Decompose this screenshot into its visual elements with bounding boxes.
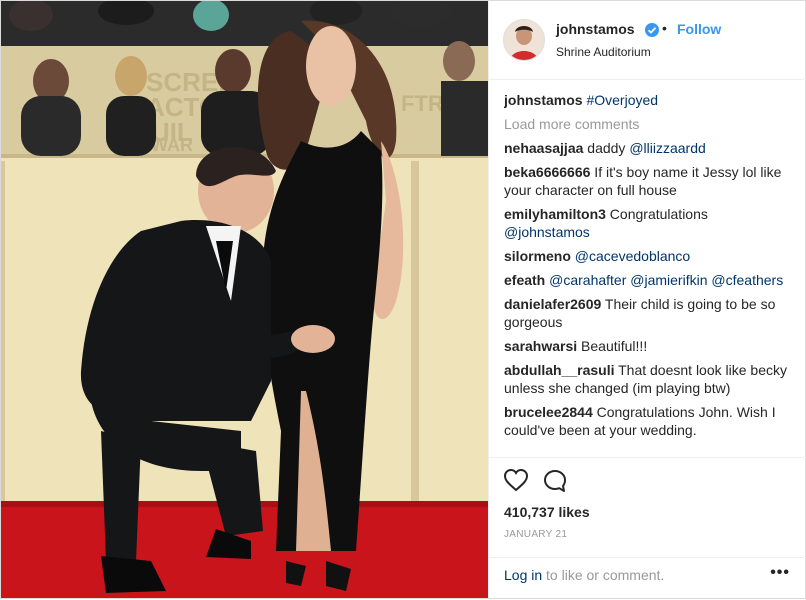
comment-text: Congratulations xyxy=(605,206,708,222)
comment-mention-link[interactable]: @carahafter xyxy=(549,272,626,288)
post-side-panel: johnstamos • Follow Shrine Auditorium jo… xyxy=(488,1,806,598)
comment-item: silormeno @cacevedoblanco xyxy=(504,247,794,265)
likes-count[interactable]: 410,737 likes xyxy=(504,504,590,520)
load-more-comments-button[interactable]: Load more comments xyxy=(504,115,794,133)
comment-mention-link[interactable]: @johnstamos xyxy=(504,224,590,240)
comment-items: nehaasajjaa daddy @lliizzaardd beka666666… xyxy=(504,139,794,439)
comment-mention-link[interactable]: @cacevedoblanco xyxy=(575,248,690,264)
heart-icon[interactable] xyxy=(503,468,529,497)
comment-username[interactable]: emilyhamilton3 xyxy=(504,206,606,222)
comment-item: abdullah__rasuli That doesnt look like b… xyxy=(504,361,794,397)
comment-text: Beautiful!!! xyxy=(577,338,648,354)
comment-username[interactable]: beka6666666 xyxy=(504,164,590,180)
login-prompt-text: to like or comment. xyxy=(542,567,665,583)
post-location[interactable]: Shrine Auditorium xyxy=(556,45,651,59)
photo-illustration: SCREE ACTO UIL WAR FTRA xyxy=(1,1,488,598)
post-photo: SCREE ACTO UIL WAR FTRA xyxy=(1,1,488,598)
comment-icon[interactable] xyxy=(542,468,568,499)
login-link[interactable]: Log in xyxy=(504,567,542,583)
caption: johnstamos #Overjoyed xyxy=(504,91,794,109)
comment-item: brucelee2844 Congratulations John. Wish … xyxy=(504,403,794,439)
post-username[interactable]: johnstamos xyxy=(556,21,635,37)
caption-username[interactable]: johnstamos xyxy=(504,92,583,108)
caption-hashtag[interactable]: #Overjoyed xyxy=(586,92,658,108)
comment-item: emilyhamilton3 Congratulations @johnstam… xyxy=(504,205,794,241)
comment-username[interactable]: silormeno xyxy=(504,248,571,264)
comment-mention-link[interactable]: @cfeathers xyxy=(711,272,783,288)
post-header: johnstamos • Follow Shrine Auditorium xyxy=(489,1,806,80)
avatar-image xyxy=(504,20,544,60)
comment-username[interactable]: nehaasajjaa xyxy=(504,140,583,156)
comment-item: sarahwarsi Beautiful!!! xyxy=(504,337,794,355)
comment-username[interactable]: danielafer2609 xyxy=(504,296,601,312)
post-actions: 410,737 likes JANUARY 21 Log in to like … xyxy=(489,457,806,599)
comment-mention-link[interactable]: @jamierifkin xyxy=(630,272,707,288)
backdrop-text-4: WAR xyxy=(151,135,193,155)
comment-username[interactable]: efeath xyxy=(504,272,545,288)
comment-text: daddy xyxy=(583,140,630,156)
comment-item: efeath @carahafter @jamierifkin @cfeathe… xyxy=(504,271,794,289)
follow-button[interactable]: Follow xyxy=(677,21,721,37)
comment-username[interactable]: sarahwarsi xyxy=(504,338,577,354)
comment-mention-link[interactable]: @lliizzaardd xyxy=(629,140,705,156)
instagram-post-modal: SCREE ACTO UIL WAR FTRA johnstamos • Fol… xyxy=(0,0,806,599)
separator-dot: • xyxy=(662,20,667,36)
comment-item: beka6666666 If it's boy name it Jessy lo… xyxy=(504,163,794,199)
verified-badge-icon xyxy=(645,23,659,37)
post-date: JANUARY 21 xyxy=(504,529,568,540)
login-prompt: Log in to like or comment. xyxy=(504,567,664,583)
comment-username[interactable]: brucelee2844 xyxy=(504,404,593,420)
comment-item: danielafer2609 Their child is going to b… xyxy=(504,295,794,331)
comment-username[interactable]: abdullah__rasuli xyxy=(504,362,614,378)
more-options-icon[interactable]: ••• xyxy=(770,564,790,582)
comment-item: nehaasajjaa daddy @lliizzaardd xyxy=(504,139,794,157)
comments-list[interactable]: johnstamos #Overjoyed Load more comments… xyxy=(504,91,794,457)
login-bar: Log in to like or comment. ••• xyxy=(489,557,806,600)
avatar[interactable] xyxy=(503,19,545,61)
